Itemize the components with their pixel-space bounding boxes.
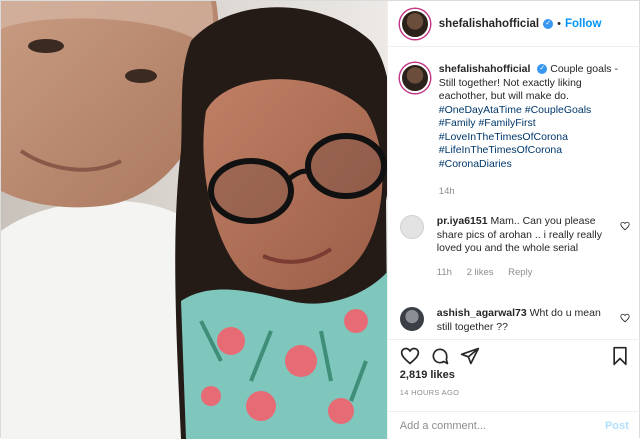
comment-meta: 11h 2 likes Reply bbox=[437, 266, 607, 280]
hashtag-line[interactable]: #CoronaDiaries bbox=[439, 158, 625, 172]
author-username[interactable]: shefalishahofficial bbox=[439, 18, 539, 30]
hashtag-line[interactable]: #Family #FamilyFirst bbox=[439, 117, 625, 131]
follow-button[interactable]: Follow bbox=[565, 18, 601, 30]
comment-author[interactable]: ashish_agarwal73 bbox=[437, 307, 527, 319]
hashtag-line[interactable]: #LifeInTheTimesOfCorona bbox=[439, 144, 625, 158]
bookmark-icon[interactable] bbox=[610, 346, 630, 366]
post-header: shefalishahofficial ✓ • Follow bbox=[387, 1, 640, 47]
post-actions bbox=[387, 339, 640, 367]
reply-button[interactable]: Reply bbox=[508, 267, 532, 278]
caption-avatar[interactable] bbox=[399, 63, 430, 93]
caption-text-block: shefalishahofficial ✓ Couple goals - Sti… bbox=[439, 63, 625, 199]
author-avatar[interactable] bbox=[399, 8, 430, 39]
post-sidebar: shefalishahofficial ✓ • Follow shefalish… bbox=[386, 1, 640, 439]
post-timestamp[interactable]: 14 HOURS AGO bbox=[400, 388, 459, 397]
comment-body: pr.iya6151 Mam.. Can you please share pi… bbox=[437, 215, 607, 279]
comments-section[interactable]: shefalishahofficial ✓ Couple goals - Sti… bbox=[388, 47, 640, 339]
likes-count[interactable]: 2,819 likes bbox=[400, 369, 455, 381]
comment-item: pr.iya6151 Mam.. Can you please share pi… bbox=[399, 215, 632, 279]
add-comment-bar: Post bbox=[387, 411, 640, 439]
caption-time[interactable]: 14h bbox=[439, 185, 625, 199]
post-caption: shefalishahofficial ✓ Couple goals - Sti… bbox=[399, 63, 632, 199]
commenter-avatar[interactable] bbox=[399, 215, 424, 239]
comment-author[interactable]: pr.iya6151 bbox=[437, 215, 488, 227]
hashtag-line[interactable]: #LoveInTheTimesOfCorona bbox=[439, 131, 625, 145]
comment-icon[interactable] bbox=[430, 346, 450, 366]
verified-badge-icon: ✓ bbox=[543, 18, 554, 29]
comment-time[interactable]: 11h bbox=[437, 267, 452, 278]
header-separator: • bbox=[557, 17, 561, 30]
comment-body: ashish_agarwal73 Wht do u mean still tog… bbox=[437, 307, 607, 334]
verified-badge-icon: ✓ bbox=[537, 64, 548, 75]
hashtag-line[interactable]: #OneDayAtaTime #CoupleGoals bbox=[439, 104, 625, 118]
small-heart-icon[interactable] bbox=[620, 313, 630, 323]
small-heart-icon[interactable] bbox=[620, 221, 630, 231]
comment-item: ashish_agarwal73 Wht do u mean still tog… bbox=[399, 307, 632, 334]
commenter-avatar[interactable] bbox=[399, 307, 424, 331]
post-photo[interactable] bbox=[1, 1, 387, 439]
caption-author[interactable]: shefalishahofficial bbox=[439, 63, 531, 75]
comment-input[interactable] bbox=[399, 419, 590, 432]
comment-likes[interactable]: 2 likes bbox=[467, 267, 494, 278]
couple-selfie-image bbox=[1, 1, 387, 439]
share-icon[interactable] bbox=[460, 346, 480, 366]
post-comment-button[interactable]: Post bbox=[605, 420, 629, 432]
heart-icon[interactable] bbox=[400, 346, 420, 366]
instagram-post: shefalishahofficial ✓ • Follow shefalish… bbox=[0, 0, 640, 439]
